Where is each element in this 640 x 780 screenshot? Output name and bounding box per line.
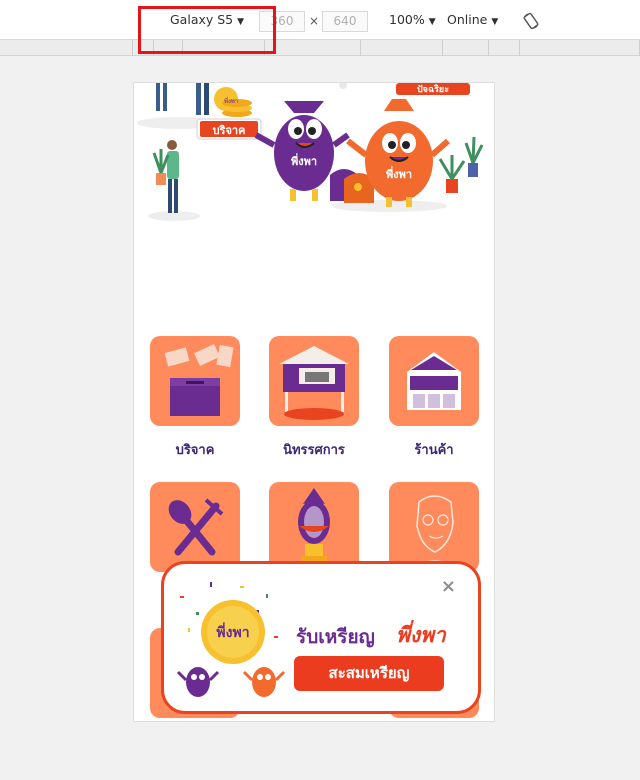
donation-box-icon (164, 344, 234, 416)
coin-logo-text: พี่งพา (224, 97, 238, 105)
popup-title: รับเหรียญ (296, 626, 375, 648)
dimension-separator: × (309, 14, 320, 28)
menu-tile-exhibition[interactable] (269, 336, 359, 426)
menu-label-donate: บริจาค (175, 443, 215, 458)
menu-label-store: ร้านค้า (414, 443, 454, 458)
zoom-select[interactable]: 100% ▼ (389, 12, 436, 27)
portrait-sketch-icon (408, 495, 462, 571)
coin-mascot-illustration: พี่งพา (176, 582, 286, 697)
highlight-box (138, 6, 276, 54)
top-sign-text: ปัจฉริยะ (417, 84, 449, 95)
device-toolbar: Galaxy S5 ▼ 360 × 640 100% ▼ Online ▼ (0, 0, 640, 40)
popup-coin-text: พี่งพา (216, 622, 249, 641)
coin-reward-popup: × พี่งพา รับเหรียญ พี่งพา สะสมเหรียญ (161, 561, 481, 714)
exhibition-booth-icon (279, 346, 349, 420)
garland-icon (298, 488, 330, 562)
rotate-icon[interactable] (522, 12, 540, 30)
mascot-belly-text-2: พี่งพา (386, 166, 412, 181)
network-select[interactable]: Online ▼ (447, 12, 498, 27)
ruler-segment[interactable] (0, 40, 133, 56)
ruler-segment[interactable] (443, 40, 489, 56)
network-label: Online (447, 12, 488, 27)
chevron-down-icon: ▼ (491, 17, 499, 27)
collect-coins-button[interactable]: สะสมเหรียญ (294, 656, 444, 691)
menu-tile-garland[interactable] (269, 482, 359, 572)
store-icon (407, 352, 461, 410)
chevron-down-icon: ▼ (428, 17, 436, 27)
media-query-ruler (0, 40, 640, 56)
menu-tile-food[interactable] (150, 482, 240, 572)
close-icon[interactable]: × (441, 576, 456, 597)
mascot-belly-text: พี่งพา (291, 153, 317, 168)
menu-label-exhibition: นิทรรศการ (283, 443, 345, 458)
ruler-segment[interactable] (520, 40, 640, 56)
spoon-fork-icon (168, 498, 224, 556)
donate-sign-text: บริจาค (213, 124, 246, 137)
ruler-segment[interactable] (265, 40, 361, 56)
ruler-segment[interactable] (361, 40, 443, 56)
menu-tile-donate[interactable] (150, 336, 240, 426)
menu-tile-store[interactable] (389, 336, 479, 426)
height-input[interactable]: 640 (322, 11, 368, 32)
ruler-segment[interactable] (489, 40, 520, 56)
zoom-label: 100% (389, 12, 425, 27)
hero-illustration: พี่งพา บริจาค พี่งพา พี่งพา ปัจฉริยะ (137, 83, 484, 221)
popup-brand-logo: พี่งพา (396, 623, 446, 647)
menu-tile-portrait[interactable] (389, 482, 479, 572)
